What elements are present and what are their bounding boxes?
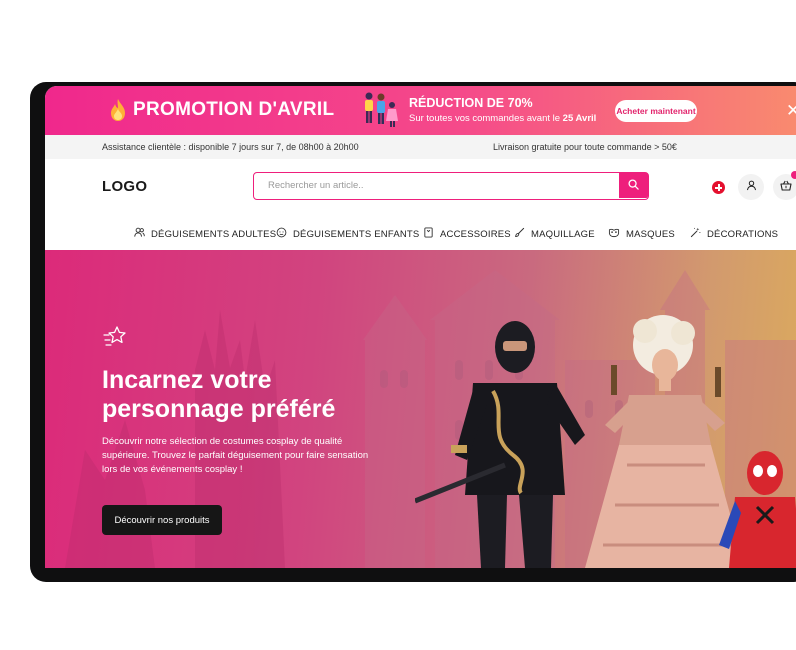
nav-item-masks[interactable]: MASQUES bbox=[608, 226, 675, 242]
nav-label: ACCESSOIRES bbox=[440, 228, 511, 240]
users-icon bbox=[134, 227, 145, 241]
bookmark-icon bbox=[423, 227, 434, 241]
costumed-people-illustration bbox=[415, 315, 796, 568]
main-navigation: DÉGUISEMENTS ADULTES DÉGUISEMENTS ENFANT… bbox=[45, 217, 796, 250]
discount-title: RÉDUCTION DE 70% bbox=[409, 96, 533, 110]
hero-title: Incarnez votre personnage préféré bbox=[102, 366, 336, 423]
search-input[interactable] bbox=[254, 173, 620, 198]
info-bar: Assistance clientèle : disponible 7 jour… bbox=[45, 135, 796, 159]
promo-title: PROMOTION D'AVRIL bbox=[133, 99, 335, 120]
hero-description: Découvrir notre sélection de costumes co… bbox=[102, 436, 369, 475]
site-header: LOGO bbox=[45, 159, 796, 215]
cart-badge bbox=[791, 171, 796, 179]
flame-icon bbox=[109, 98, 127, 127]
discover-products-button[interactable]: Découvrir nos produits bbox=[102, 505, 222, 535]
discount-date: 25 Avril bbox=[562, 113, 597, 124]
nav-label: MASQUES bbox=[626, 228, 675, 240]
close-icon[interactable]: ✕ bbox=[786, 101, 796, 121]
promo-banner: PROMOTION D'AVRIL RÉDUCTION DE 70% Sur t… bbox=[45, 86, 796, 135]
account-button[interactable] bbox=[738, 174, 764, 200]
buy-now-button[interactable]: Acheter maintenant bbox=[615, 100, 697, 122]
free-shipping-text: Livraison gratuite pour toute commande >… bbox=[493, 142, 677, 152]
discount-subtitle: Sur toutes vos commandes avant le 25 Avr… bbox=[409, 113, 597, 124]
star-sparkle-icon bbox=[103, 325, 131, 352]
nav-item-decorations[interactable]: DÉCORATIONS bbox=[690, 226, 778, 242]
hero-banner: Incarnez votre personnage préféré Découv… bbox=[45, 250, 796, 568]
basket-icon bbox=[780, 178, 792, 196]
search-bar bbox=[253, 172, 649, 200]
search-icon bbox=[628, 177, 639, 195]
mask-icon bbox=[608, 227, 620, 241]
support-hours-text: Assistance clientèle : disponible 7 jour… bbox=[102, 142, 359, 152]
browser-frame: PROMOTION D'AVRIL RÉDUCTION DE 70% Sur t… bbox=[45, 86, 796, 568]
site-logo[interactable]: LOGO bbox=[102, 178, 147, 195]
nav-item-makeup[interactable]: MAQUILLAGE bbox=[514, 226, 595, 242]
brush-icon bbox=[514, 227, 525, 241]
user-icon bbox=[746, 178, 757, 196]
nav-label: DÉGUISEMENTS ADULTES bbox=[151, 228, 277, 240]
nav-label: MAQUILLAGE bbox=[531, 228, 595, 240]
child-icon bbox=[276, 227, 287, 241]
nav-item-kids-costumes[interactable]: DÉGUISEMENTS ENFANTS bbox=[276, 226, 419, 242]
swiss-flag-icon[interactable] bbox=[712, 181, 725, 194]
nav-item-adult-costumes[interactable]: DÉGUISEMENTS ADULTES bbox=[134, 226, 276, 242]
search-button[interactable] bbox=[619, 173, 648, 198]
nav-label: DÉCORATIONS bbox=[707, 228, 779, 240]
nav-label: DÉGUISEMENTS ENFANTS bbox=[293, 228, 420, 240]
family-illustration-icon bbox=[357, 91, 401, 134]
nav-item-accessories[interactable]: ACCESSOIRES bbox=[423, 226, 511, 242]
magic-wand-icon bbox=[690, 227, 701, 241]
